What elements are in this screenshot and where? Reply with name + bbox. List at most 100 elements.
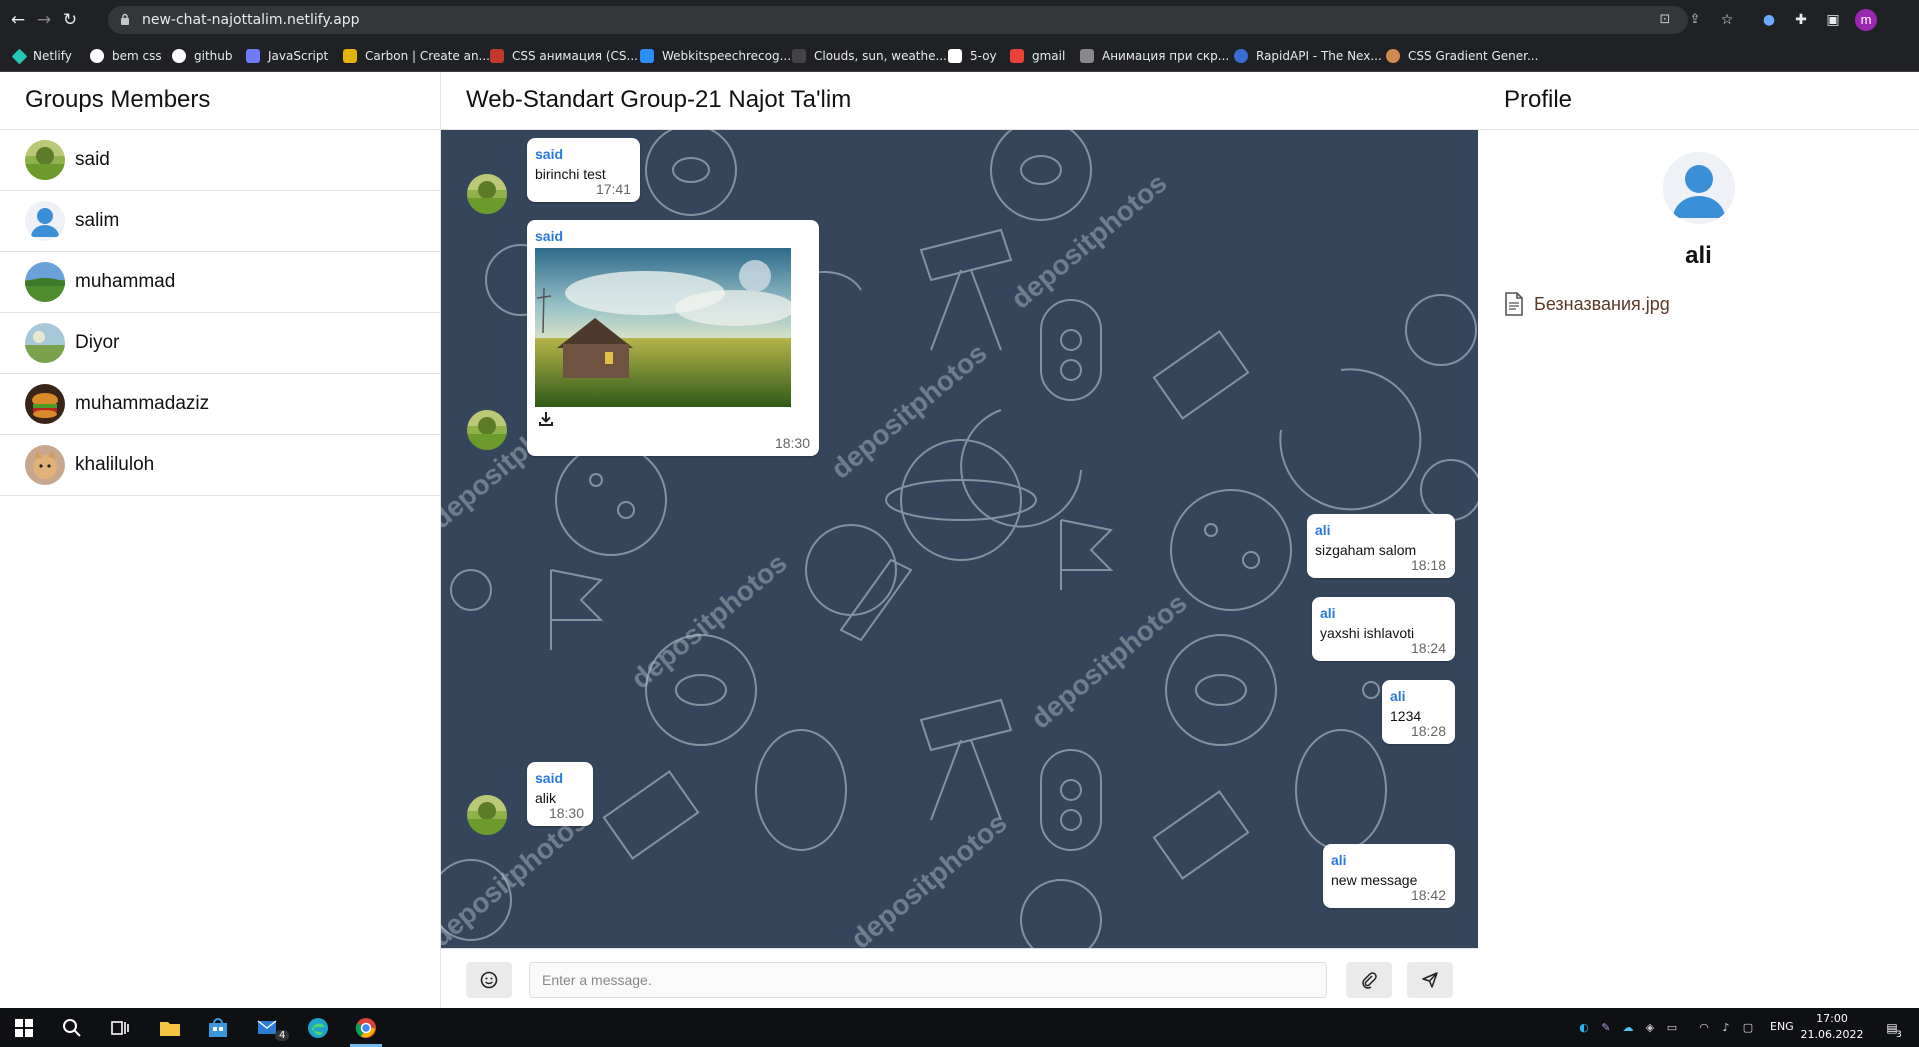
message-image-attachment[interactable]	[535, 248, 791, 407]
member-item-diyor[interactable]: Diyor	[0, 313, 440, 374]
member-name: salim	[75, 210, 120, 231]
message-time: 18:28	[1410, 723, 1446, 739]
github-icon	[172, 49, 186, 63]
bookmark-item[interactable]: RapidAPI - The Nex...	[1234, 47, 1382, 65]
forward-icon[interactable]: →	[32, 8, 56, 32]
message-author: ali	[1320, 605, 1336, 621]
message-text: birinchi test	[535, 166, 606, 182]
profile-name: ali	[1685, 242, 1712, 269]
extension-icon[interactable]: ●	[1758, 9, 1780, 31]
bookmark-item[interactable]: CSS анимация (CS...	[490, 47, 638, 65]
message-bubble[interactable]: ali new message 18:42	[1323, 844, 1455, 908]
bookmark-item[interactable]: Webkitspeechrecog...	[640, 47, 791, 65]
windows-start-icon[interactable]	[12, 1016, 36, 1040]
chrome-icon[interactable]	[354, 1016, 378, 1040]
member-item-muhammadaziz[interactable]: muhammadaziz	[0, 374, 440, 435]
send-button[interactable]	[1407, 962, 1453, 998]
store-icon[interactable]	[206, 1016, 230, 1040]
message-author: said	[535, 228, 564, 244]
edge-icon[interactable]	[306, 1016, 330, 1040]
javascript-favicon-icon	[246, 49, 260, 63]
notification-count: 3	[1896, 1030, 1902, 1040]
wifi-icon[interactable]: ◠	[1696, 1020, 1712, 1036]
message-bubble[interactable]: ali 1234 18:28	[1382, 680, 1455, 744]
checkmark-icon	[640, 49, 654, 63]
file-explorer-icon[interactable]	[158, 1016, 182, 1040]
task-view-icon[interactable]	[108, 1016, 132, 1040]
language-indicator[interactable]: ENG	[1770, 1020, 1794, 1033]
shared-file-item[interactable]: Безназвания.jpg	[1504, 292, 1670, 316]
svg-text:depositphotos: depositphotos	[441, 805, 593, 948]
member-name: muhammad	[75, 271, 176, 292]
clock[interactable]: 17:00 21.06.2022	[1800, 1011, 1864, 1043]
bookmark-item[interactable]: Carbon | Create an...	[343, 47, 490, 65]
member-item-khaliluloh[interactable]: khaliluloh	[0, 435, 440, 496]
member-item-said[interactable]: said	[0, 130, 440, 191]
translate-icon[interactable]: ⊡	[1656, 11, 1674, 29]
default-user-icon	[25, 201, 65, 241]
bookmark-item[interactable]: github	[172, 47, 232, 65]
bookmark-item[interactable]: Netlify	[11, 47, 72, 65]
bookmark-item[interactable]: gmail	[1010, 47, 1065, 65]
message-time: 17:41	[595, 181, 631, 197]
message-bubble-image[interactable]: said 18:30	[527, 220, 819, 456]
message-bubble[interactable]: ali sizgaham salom 18:18	[1307, 514, 1455, 578]
svg-text:depositphotos: depositphotos	[825, 337, 993, 485]
message-avatar	[467, 795, 507, 835]
member-name: muhammadaziz	[75, 393, 210, 414]
cloud-icon[interactable]: ☁	[1620, 1020, 1636, 1036]
message-text: alik	[535, 790, 557, 806]
shield-icon[interactable]: ◈	[1642, 1020, 1658, 1036]
bookmark-favicon-icon	[11, 48, 28, 64]
sidepanel-icon[interactable]: ▣	[1822, 9, 1844, 31]
message-bubble[interactable]: said birinchi test 17:41	[527, 138, 640, 202]
battery-icon[interactable]: ▭	[1664, 1020, 1680, 1036]
tray-app-icon[interactable]: ◐	[1576, 1020, 1592, 1036]
message-author: ali	[1315, 522, 1331, 538]
back-icon[interactable]: ←	[6, 8, 30, 32]
volume-icon[interactable]: ♪	[1718, 1020, 1734, 1036]
member-name: khaliluloh	[75, 454, 155, 475]
mail-badge: 4	[275, 1030, 290, 1041]
codepen-icon	[792, 49, 806, 63]
bookmark-item[interactable]: bem css	[90, 47, 162, 65]
members-title: Groups Members	[0, 72, 440, 130]
messages-area[interactable]: depositphotos depositphotos depositphoto…	[441, 130, 1478, 948]
windows-taskbar: 4 ◐ ✎ ☁ ◈ ▭ ◠ ♪ ▢ ENG 17:00 21.06.2022 ▤…	[0, 1008, 1919, 1047]
download-icon[interactable]	[537, 410, 555, 428]
message-bubble[interactable]: ali yaxshi ishlavoti 18:24	[1312, 597, 1455, 661]
message-time: 18:24	[1410, 640, 1446, 656]
search-icon[interactable]	[60, 1016, 84, 1040]
reload-icon[interactable]: ↻	[58, 8, 82, 32]
profile-title: Profile	[1478, 72, 1919, 130]
bookmark-star-icon[interactable]: ☆	[1716, 9, 1738, 31]
profile-avatar-button[interactable]: m	[1855, 9, 1877, 31]
message-time: 18:30	[548, 805, 584, 821]
bookmark-item[interactable]: Clouds, sun, weathe...	[792, 47, 947, 65]
css-favicon-icon	[490, 49, 504, 63]
member-item-salim[interactable]: salim	[0, 191, 440, 252]
address-bar[interactable]: new-chat-najottalim.netlify.app ⊡ ⇪	[108, 6, 1700, 34]
pen-icon[interactable]: ✎	[1598, 1020, 1614, 1036]
bookmark-item[interactable]: 5-oy	[948, 47, 997, 65]
profile-panel: Profile ali Безназвания.jpg	[1478, 72, 1919, 1008]
notion-icon	[948, 49, 962, 63]
bookmark-item[interactable]: CSS Gradient Gener...	[1386, 47, 1538, 65]
gradient-favicon-icon	[1386, 49, 1400, 63]
bookmark-item[interactable]: Анимация при скр...	[1080, 47, 1229, 65]
bookmark-item[interactable]: JavaScript	[246, 47, 328, 65]
message-bubble[interactable]: said alik 18:30	[527, 762, 593, 826]
member-item-muhammad[interactable]: muhammad	[0, 252, 440, 313]
emoji-button[interactable]	[466, 962, 512, 998]
message-input[interactable]	[529, 962, 1327, 998]
member-name: said	[75, 149, 110, 170]
share-icon[interactable]: ⇪	[1686, 11, 1704, 29]
display-icon[interactable]: ▢	[1740, 1020, 1756, 1036]
message-text: yaxshi ishlavoti	[1320, 625, 1415, 641]
puzzle-icon[interactable]: ✚	[1790, 9, 1812, 31]
lock-icon	[121, 13, 129, 25]
message-author: said	[535, 770, 564, 786]
url-text: new-chat-najottalim.netlify.app	[142, 12, 360, 28]
member-avatar	[25, 445, 65, 485]
attach-button[interactable]	[1346, 962, 1392, 998]
